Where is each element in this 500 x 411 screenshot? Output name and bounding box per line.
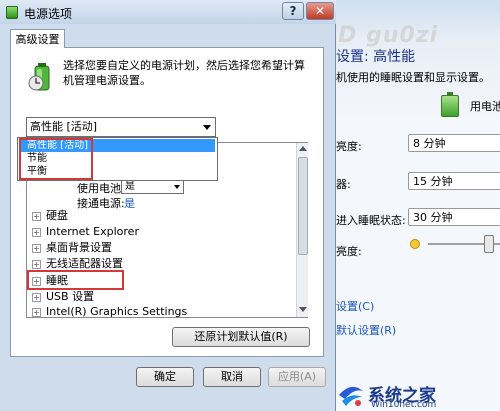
- site-logo: 系统之家 Win10net.com: [330, 381, 500, 411]
- close-icon[interactable]: ✕: [306, 2, 334, 20]
- expand-icon[interactable]: +: [32, 211, 41, 221]
- tree-item-label: 桌面背景设置: [46, 241, 112, 254]
- background-window-subtitle: 机使用的睡眠设置和显示设置。: [336, 71, 490, 84]
- power-options-dialog: 电源选项 ? ✕ 高级设置 选择您要自定义的电源计划，然后选择您希望计算机管理电…: [0, 0, 336, 411]
- power-plan-icon: [28, 63, 50, 91]
- tree-item-label: Intel(R) Graphics Settings: [46, 305, 188, 317]
- tree-item-hard-disk[interactable]: + 硬盘: [32, 208, 68, 224]
- tree-item-intel-graphics[interactable]: + Intel(R) Graphics Settings: [32, 304, 187, 317]
- tree-item-label: Internet Explorer: [46, 225, 139, 238]
- chevron-down-icon[interactable]: [174, 185, 180, 189]
- background-window-title: 设置: 高性能: [336, 49, 416, 65]
- battery-icon: [441, 92, 459, 117]
- logo-url: Win10net.com: [371, 400, 437, 410]
- expand-icon[interactable]: +: [32, 227, 41, 237]
- dim-display-select[interactable]: 15 分钟: [408, 172, 500, 190]
- tree-item-internet-explorer[interactable]: + Internet Explorer: [32, 224, 139, 240]
- tree-item-label: 硬盘: [46, 209, 68, 222]
- power-plan-select[interactable]: 高性能 [活动]: [26, 117, 216, 137]
- cancel-button[interactable]: 取消: [203, 367, 261, 387]
- apply-button[interactable]: 应用(A): [268, 367, 326, 387]
- brightness-icon: [410, 239, 420, 249]
- settings-scrollbar[interactable]: [296, 143, 308, 317]
- expand-icon[interactable]: +: [32, 259, 41, 269]
- tree-item-label: USB 设置: [46, 290, 95, 303]
- tab-advanced-settings[interactable]: 高级设置: [10, 29, 65, 48]
- restore-plan-defaults-button[interactable]: 还原计划默认值(R): [172, 327, 310, 347]
- ok-button[interactable]: 确定: [136, 367, 194, 387]
- power-plan-icon: [6, 6, 18, 19]
- sleep-select[interactable]: 30 分钟: [408, 208, 500, 226]
- dim-display-label: 器:: [336, 178, 351, 191]
- annotation-box-sleep: [27, 270, 124, 290]
- help-icon[interactable]: ?: [282, 2, 304, 20]
- display-off-label: 亮度:: [336, 140, 362, 153]
- dialog-description: 选择您要自定义的电源计划，然后选择您希望计算机管理电源设置。: [63, 59, 305, 87]
- on-battery-label: 用电池: [470, 100, 500, 113]
- logo-icon: [339, 386, 363, 406]
- chevron-down-icon[interactable]: [203, 125, 211, 130]
- title-bar[interactable]: 电源选项 ? ✕: [0, 0, 336, 24]
- expand-icon[interactable]: +: [32, 292, 41, 302]
- tree-item-label: 无线适配器设置: [46, 257, 123, 270]
- display-off-select[interactable]: 8 分钟: [408, 134, 500, 152]
- expand-icon[interactable]: +: [32, 243, 41, 253]
- scroll-up-icon[interactable]: [299, 146, 307, 151]
- scrollbar-thumb[interactable]: [298, 157, 308, 255]
- dialog-title: 电源选项: [24, 7, 73, 21]
- plugged-in-setting-label: 接通电源:: [77, 197, 125, 210]
- annotation-box-plan-options: [19, 138, 93, 180]
- restore-defaults-link[interactable]: 默认设置(R): [336, 322, 396, 338]
- brightness-slider-thumb[interactable]: [484, 235, 495, 253]
- tree-item-usb-settings[interactable]: + USB 设置: [32, 289, 94, 305]
- sleep-label: 进入睡眠状态:: [336, 214, 406, 227]
- tree-item-desktop-background[interactable]: + 桌面背景设置: [32, 240, 112, 256]
- on-battery-setting-value: 是: [125, 181, 135, 192]
- advanced-settings-link[interactable]: 设置(C): [336, 298, 374, 314]
- plugged-in-setting-value[interactable]: 是: [124, 195, 135, 211]
- brightness-label: 亮度:: [336, 245, 362, 258]
- scroll-down-icon[interactable]: [299, 307, 307, 312]
- on-battery-setting-select[interactable]: 是: [121, 179, 184, 194]
- on-battery-setting-label: 使用电池:: [77, 182, 125, 195]
- expand-icon[interactable]: +: [32, 307, 41, 317]
- power-plan-select-value: 高性能 [活动]: [30, 120, 98, 133]
